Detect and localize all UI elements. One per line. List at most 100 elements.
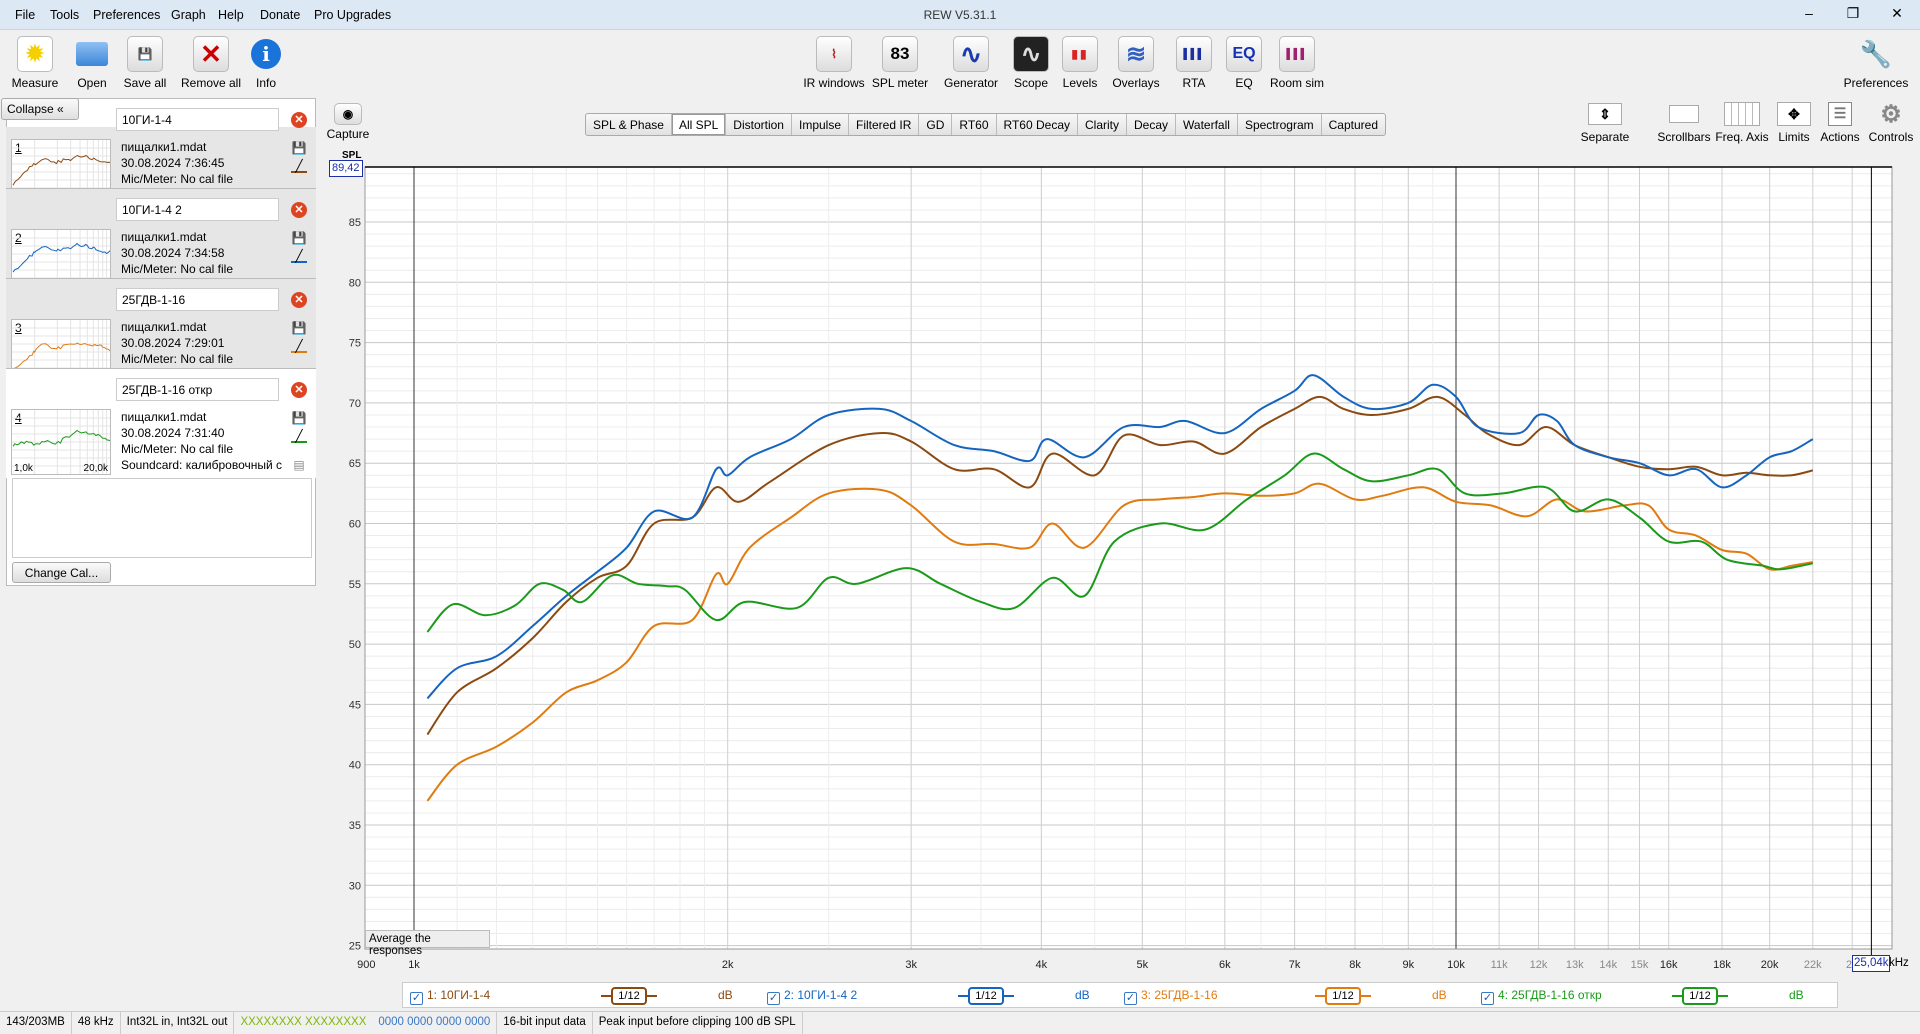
- measurement-card[interactable]: 25ГДВ-1-16 ✕ 3 1,0k 20,0k пищалки1.mdat …: [6, 278, 316, 385]
- spl-meter-label: SPL meter: [871, 76, 929, 90]
- measurement-card[interactable]: 10ГИ-1-4 2 ✕ 2 1,0k 20,0k пищалки1.mdat …: [6, 188, 316, 295]
- legend-label: 2: 10ГИ-1-4 2: [784, 988, 858, 1002]
- line-color-icon[interactable]: ╱: [291, 249, 307, 263]
- measurement-name-field[interactable]: 10ГИ-1-4: [116, 108, 279, 131]
- menu-donate[interactable]: Donate: [260, 8, 300, 22]
- smoothing-button[interactable]: 1/12: [1672, 987, 1728, 1005]
- overlays-icon: ≋: [1118, 36, 1154, 72]
- save-measurement-icon[interactable]: 💾: [291, 321, 307, 335]
- measurement-card[interactable]: 25ГДВ-1-16 откр ✕ 4 1,0k 20,0k пищалки1.…: [6, 368, 316, 478]
- legend-unit[interactable]: dB: [1432, 988, 1447, 1002]
- measurement-name-field[interactable]: 25ГДВ-1-16: [116, 288, 279, 311]
- legend-checkbox[interactable]: ✓: [1124, 992, 1137, 1005]
- x-tick-label: 11k: [1491, 959, 1508, 971]
- measurement-name-field[interactable]: 25ГДВ-1-16 откр: [116, 378, 279, 401]
- legend-checkbox[interactable]: ✓: [410, 992, 423, 1005]
- save-measurement-icon[interactable]: 💾: [291, 231, 307, 245]
- input-data-bits: 16-bit input data: [497, 1012, 593, 1034]
- y-tick-label: 30: [349, 880, 361, 892]
- tab-gd[interactable]: GD: [919, 114, 953, 135]
- rta-label: RTA: [1182, 76, 1206, 90]
- x-tick-label: 15k: [1631, 959, 1649, 971]
- legend-checkbox[interactable]: ✓: [1481, 992, 1494, 1005]
- tab-spl-phase[interactable]: SPL & Phase: [586, 114, 672, 135]
- save-measurement-icon[interactable]: 💾: [291, 141, 307, 155]
- legend-item[interactable]: ✓ 1: 10ГИ-1-4: [410, 988, 490, 1005]
- legend-checkbox[interactable]: ✓: [767, 992, 780, 1005]
- smoothing-value: 1/12: [618, 990, 640, 1002]
- notes-area[interactable]: [12, 478, 312, 558]
- smoothing-value: 1/12: [975, 990, 997, 1002]
- close-button[interactable]: ✕: [1882, 5, 1912, 22]
- measurement-thumbnail[interactable]: 4 1,0k 20,0k: [11, 409, 111, 475]
- tab-decay[interactable]: Decay: [1127, 114, 1177, 135]
- delete-measurement-icon[interactable]: ✕: [291, 292, 307, 308]
- generator-label: Generator: [943, 76, 999, 90]
- menu-preferences[interactable]: Preferences: [93, 8, 160, 22]
- tab-rt60[interactable]: RT60: [952, 114, 997, 135]
- smoothing-button[interactable]: 1/12: [1315, 987, 1371, 1005]
- separate-button[interactable]: ⇕ Separate: [1565, 101, 1645, 144]
- line-color-icon[interactable]: ╱: [291, 159, 307, 173]
- y-tick-label: 45: [349, 699, 361, 711]
- legend-unit[interactable]: dB: [1075, 988, 1090, 1002]
- menu-file[interactable]: File: [15, 8, 35, 22]
- eq-label: EQ: [1235, 76, 1253, 90]
- change-cal-button[interactable]: Change Cal...: [12, 562, 111, 583]
- tab-clarity[interactable]: Clarity: [1078, 114, 1128, 135]
- capture-label: Capture: [326, 127, 370, 141]
- smoothing-button[interactable]: 1/12: [601, 987, 657, 1005]
- measurement-date: 30.08.2024 7:31:40: [121, 426, 225, 440]
- legend-item[interactable]: ✓ 4: 25ГДВ-1-16 откр: [1481, 988, 1602, 1005]
- spl-graph[interactable]: 25 30 35 40 45 50 55 60 65 70 75 80 85 900 1k 2k 3k 4k 5k 6…: [330, 140, 1920, 980]
- save-all-label: Save all: [123, 76, 167, 90]
- spl-meter-button[interactable]: 83 SPL meter: [860, 36, 940, 90]
- thumbnail-line: [12, 242, 110, 273]
- tab-spectrogram[interactable]: Spectrogram: [1238, 114, 1322, 135]
- preferences-button[interactable]: 🔧 Preferences: [1836, 36, 1916, 91]
- controls-button[interactable]: ⚙ Controls: [1851, 101, 1920, 145]
- info-button[interactable]: i Info: [226, 36, 306, 90]
- delete-measurement-icon[interactable]: ✕: [291, 382, 307, 398]
- tab-all-spl[interactable]: All SPL: [671, 114, 727, 135]
- info-icon: i: [248, 36, 284, 72]
- notes-icon[interactable]: ▤: [291, 458, 307, 472]
- delete-measurement-icon[interactable]: ✕: [291, 202, 307, 218]
- delete-measurement-icon[interactable]: ✕: [291, 112, 307, 128]
- tab-captured[interactable]: Captured: [1322, 114, 1385, 135]
- save-measurement-icon[interactable]: 💾: [291, 411, 307, 425]
- output-indicators: 0000 0000 0000 0000: [372, 1012, 498, 1034]
- capture-button[interactable]: ◉ Capture: [308, 103, 388, 141]
- collapse-button[interactable]: Collapse «: [1, 98, 79, 120]
- measurement-name-field[interactable]: 10ГИ-1-4 2: [116, 198, 279, 221]
- maximize-button[interactable]: ❐: [1838, 5, 1868, 22]
- menu-help[interactable]: Help: [218, 8, 244, 22]
- tab-filtered-ir[interactable]: Filtered IR: [849, 114, 920, 135]
- minimize-button[interactable]: –: [1794, 5, 1824, 21]
- save-icon: 💾: [127, 36, 163, 72]
- line-color-icon[interactable]: ╱: [291, 429, 307, 443]
- menu-pro-upgrades[interactable]: Pro Upgrades: [314, 8, 391, 22]
- menu-tools[interactable]: Tools: [50, 8, 79, 22]
- smoothing-button[interactable]: 1/12: [958, 987, 1014, 1005]
- smoothing-value: 1/12: [1689, 990, 1711, 1002]
- legend-item[interactable]: ✓ 3: 25ГДВ-1-16: [1124, 988, 1218, 1005]
- x-tick-label: 13k: [1566, 959, 1584, 971]
- tab-distortion[interactable]: Distortion: [726, 114, 792, 135]
- legend-unit[interactable]: dB: [718, 988, 733, 1002]
- legend-unit[interactable]: dB: [1789, 988, 1804, 1002]
- legend-item[interactable]: ✓ 2: 10ГИ-1-4 2: [767, 988, 857, 1005]
- thumbnail-line: [12, 154, 110, 186]
- open-label: Open: [77, 76, 107, 90]
- tab-impulse[interactable]: Impulse: [792, 114, 850, 135]
- tab-waterfall[interactable]: Waterfall: [1176, 114, 1238, 135]
- menu-graph[interactable]: Graph: [171, 8, 206, 22]
- average-responses-button[interactable]: Average the responses: [365, 930, 490, 957]
- line-color-icon[interactable]: ╱: [291, 339, 307, 353]
- room-sim-button[interactable]: ▌▌▌ Room sim: [1257, 36, 1337, 90]
- x-tick-label: 14k: [1599, 959, 1617, 971]
- thumbnail-line: [12, 342, 110, 372]
- tab-rt60-decay[interactable]: RT60 Decay: [997, 114, 1078, 135]
- x-tick-label: 6k: [1219, 959, 1231, 971]
- y-top-value[interactable]: 89,42: [329, 160, 363, 177]
